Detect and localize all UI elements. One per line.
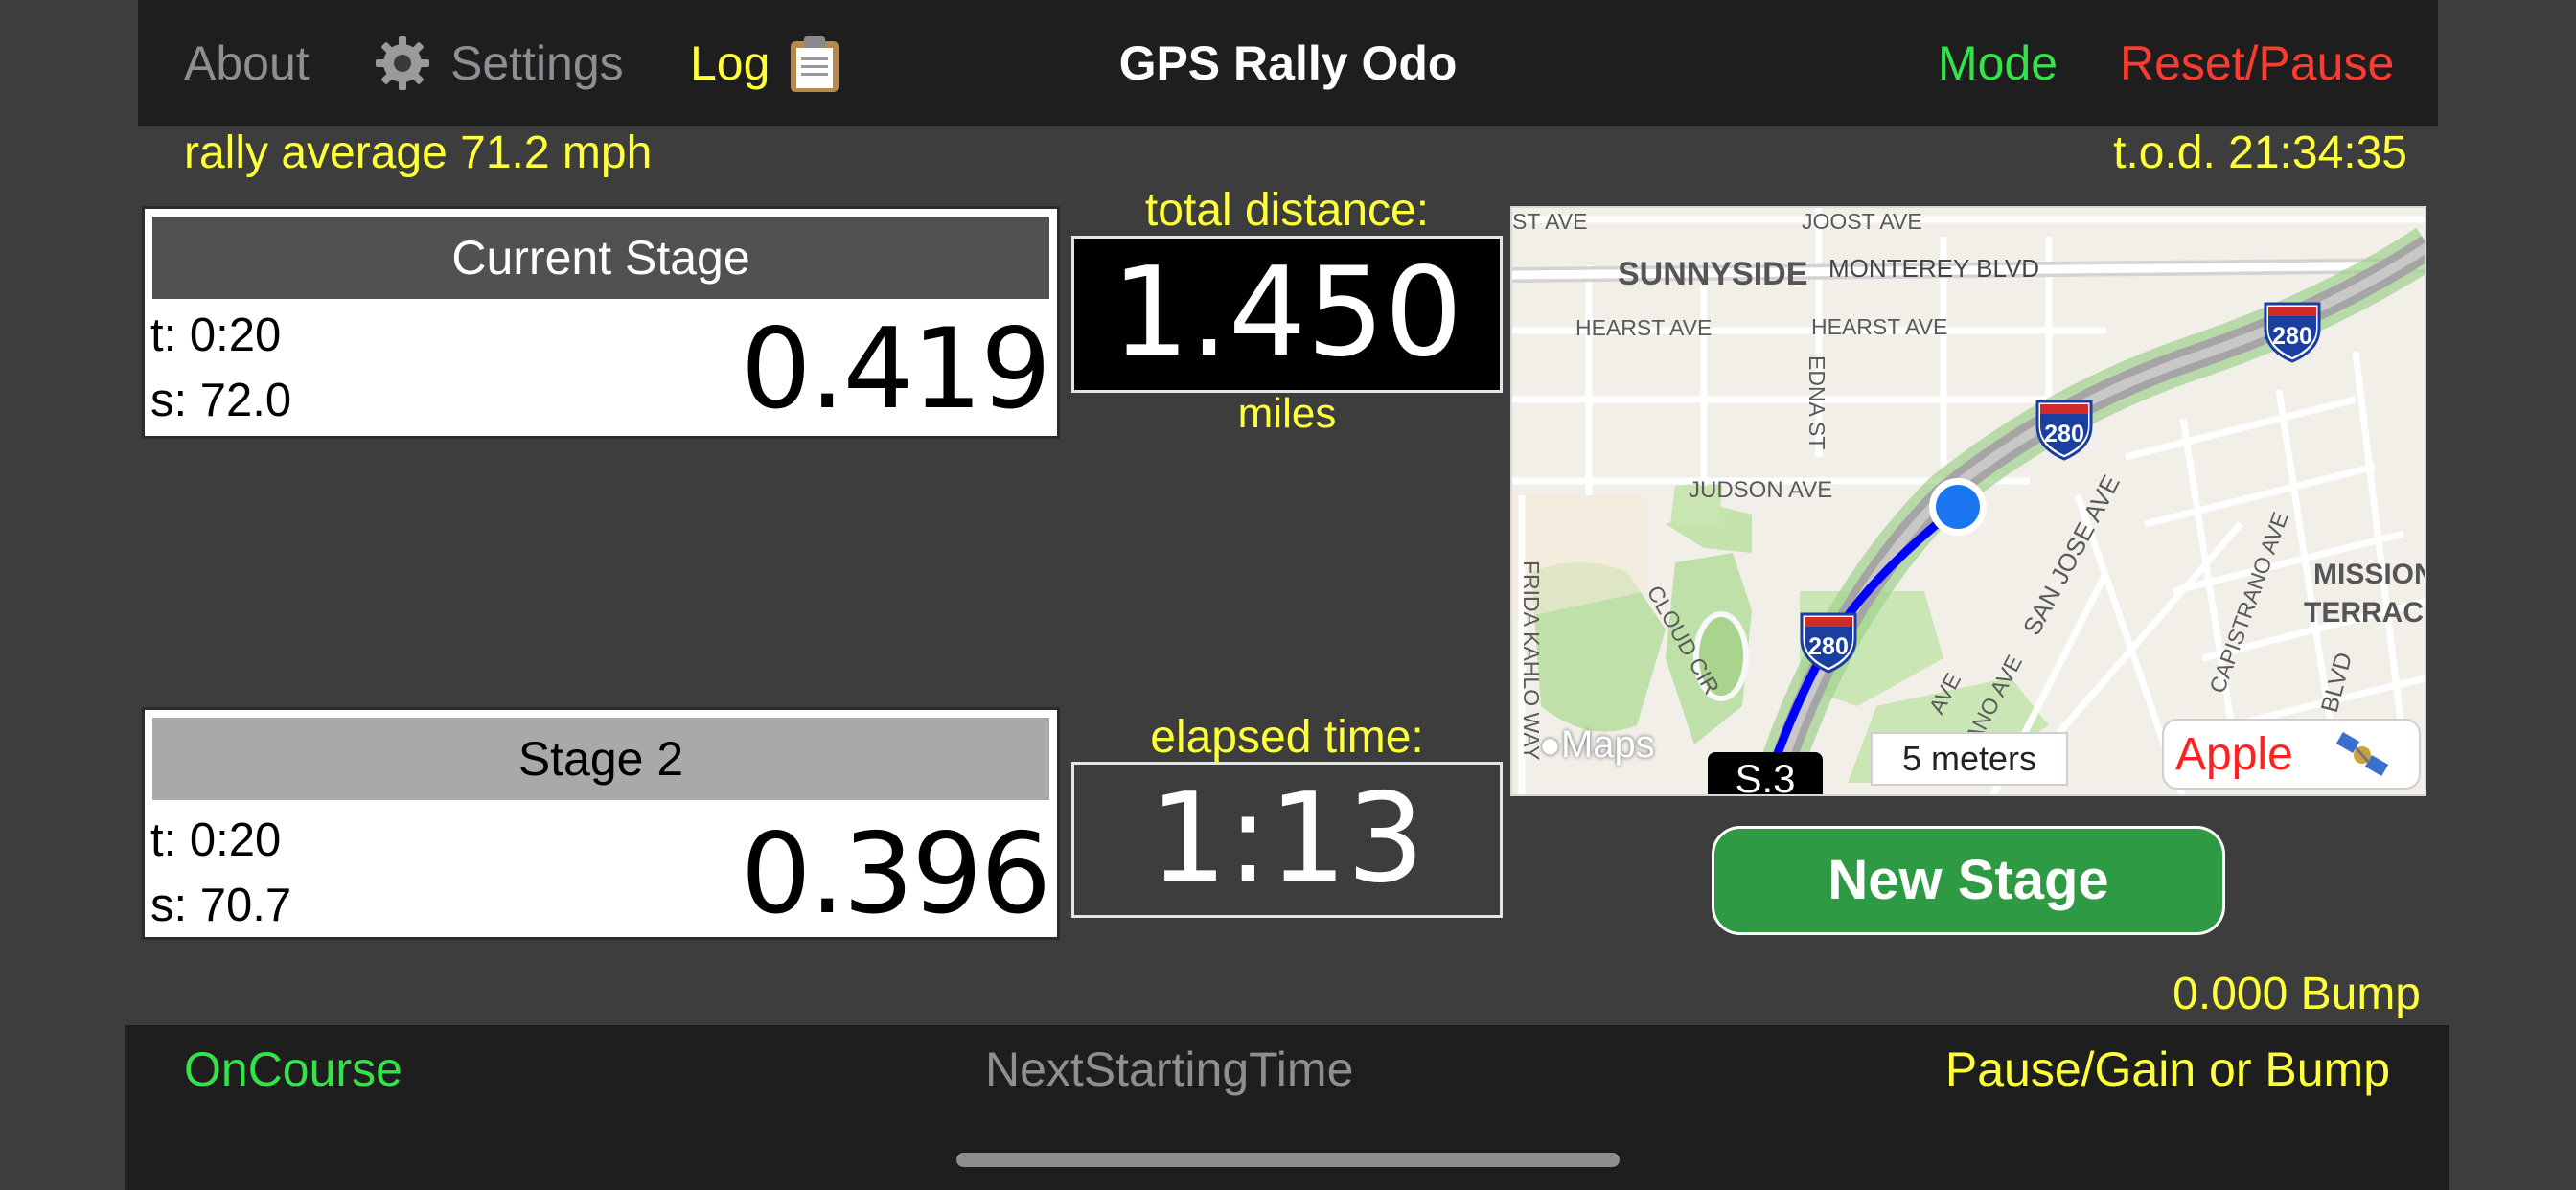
elapsed-time-label: elapsed time: — [1150, 712, 1424, 763]
current-stage-distance: 0.419 — [740, 305, 1051, 434]
shield-label: 280 — [2044, 421, 2084, 447]
stage-2-speed: s: 70.7 — [150, 880, 292, 931]
street-label: MONTEREY BLVD — [1828, 254, 2039, 283]
gear-icon[interactable] — [374, 34, 431, 92]
mode-button[interactable]: Mode — [1938, 0, 2058, 126]
log-button[interactable]: Log — [690, 0, 770, 126]
time-of-day: t.o.d. 21:34:35 — [2113, 127, 2407, 178]
next-starting-time-button[interactable]: NextStartingTime — [985, 1041, 1353, 1098]
neighborhood-label: TERRACE — [2304, 597, 2426, 629]
street-label: HEARST AVE — [1576, 315, 1712, 340]
street-label: JOOST AVE — [1802, 209, 1922, 234]
apple-logo-icon: ● — [1539, 725, 1561, 766]
street-label: SAN JOSE AVE — [2017, 470, 2126, 640]
street-label: ST AVE — [1512, 209, 1587, 234]
page-title: GPS Rally Odo — [1118, 36, 1458, 90]
street-label: JUDSON AVE — [1689, 477, 1832, 503]
elapsed-time-value: 1:13 — [1071, 762, 1503, 918]
stage-2-header: Stage 2 — [152, 718, 1049, 800]
stage-2-panel[interactable]: Stage 2 t: 0:20 s: 70.7 0.396 — [142, 707, 1060, 940]
settings-button[interactable]: Settings — [450, 0, 624, 126]
shield-label: 280 — [2272, 323, 2312, 350]
current-stage-speed: s: 72.0 — [150, 375, 292, 426]
map-scale: 5 meters — [1871, 732, 2068, 786]
stage-marker: S.3 — [1708, 752, 1823, 794]
satellite-icon — [2334, 730, 2390, 782]
map-view[interactable]: 280 280 280 ST AVE JOOST AVE SUNNYSIDE M… — [1510, 206, 2426, 796]
maps-attribution: ●Maps — [1539, 723, 1655, 766]
rally-average: rally average 71.2 mph — [184, 127, 653, 178]
neighborhood-label: SUNNYSIDE — [1618, 256, 1807, 292]
bump-value[interactable]: 0.000 Bump — [2173, 966, 2421, 1023]
street-label: HEARST AVE — [1811, 314, 1947, 339]
oncourse-button[interactable]: OnCourse — [184, 1041, 402, 1098]
new-stage-button[interactable]: New Stage — [1712, 826, 2225, 935]
neighborhood-label: MISSION — [2313, 559, 2426, 590]
stage-2-time: t: 0:20 — [150, 814, 282, 866]
shield-label: 280 — [1808, 633, 1849, 660]
total-distance-value: 1.450 — [1071, 236, 1503, 393]
stage-2-distance: 0.396 — [740, 810, 1051, 939]
home-indicator[interactable] — [956, 1153, 1620, 1167]
total-distance-label: total distance: — [1144, 185, 1430, 236]
current-stage-time: t: 0:20 — [150, 309, 282, 361]
satellite-toggle-button[interactable]: Apple — [2162, 719, 2421, 790]
current-stage-panel[interactable]: Current Stage t: 0:20 s: 72.0 0.419 — [142, 206, 1060, 439]
about-button[interactable]: About — [184, 0, 310, 126]
street-label: CAPISTRANO AVE — [2204, 509, 2292, 697]
street-label: EDNA ST — [1805, 355, 1829, 449]
current-stage-header: Current Stage — [152, 217, 1049, 299]
distance-unit: miles — [1237, 390, 1337, 437]
apple-label: Apple — [2175, 729, 2293, 780]
reset-pause-button[interactable]: Reset/Pause — [2120, 0, 2394, 126]
clipboard-icon[interactable] — [788, 34, 841, 94]
pause-gain-bump-button[interactable]: Pause/Gain or Bump — [1945, 1041, 2390, 1098]
